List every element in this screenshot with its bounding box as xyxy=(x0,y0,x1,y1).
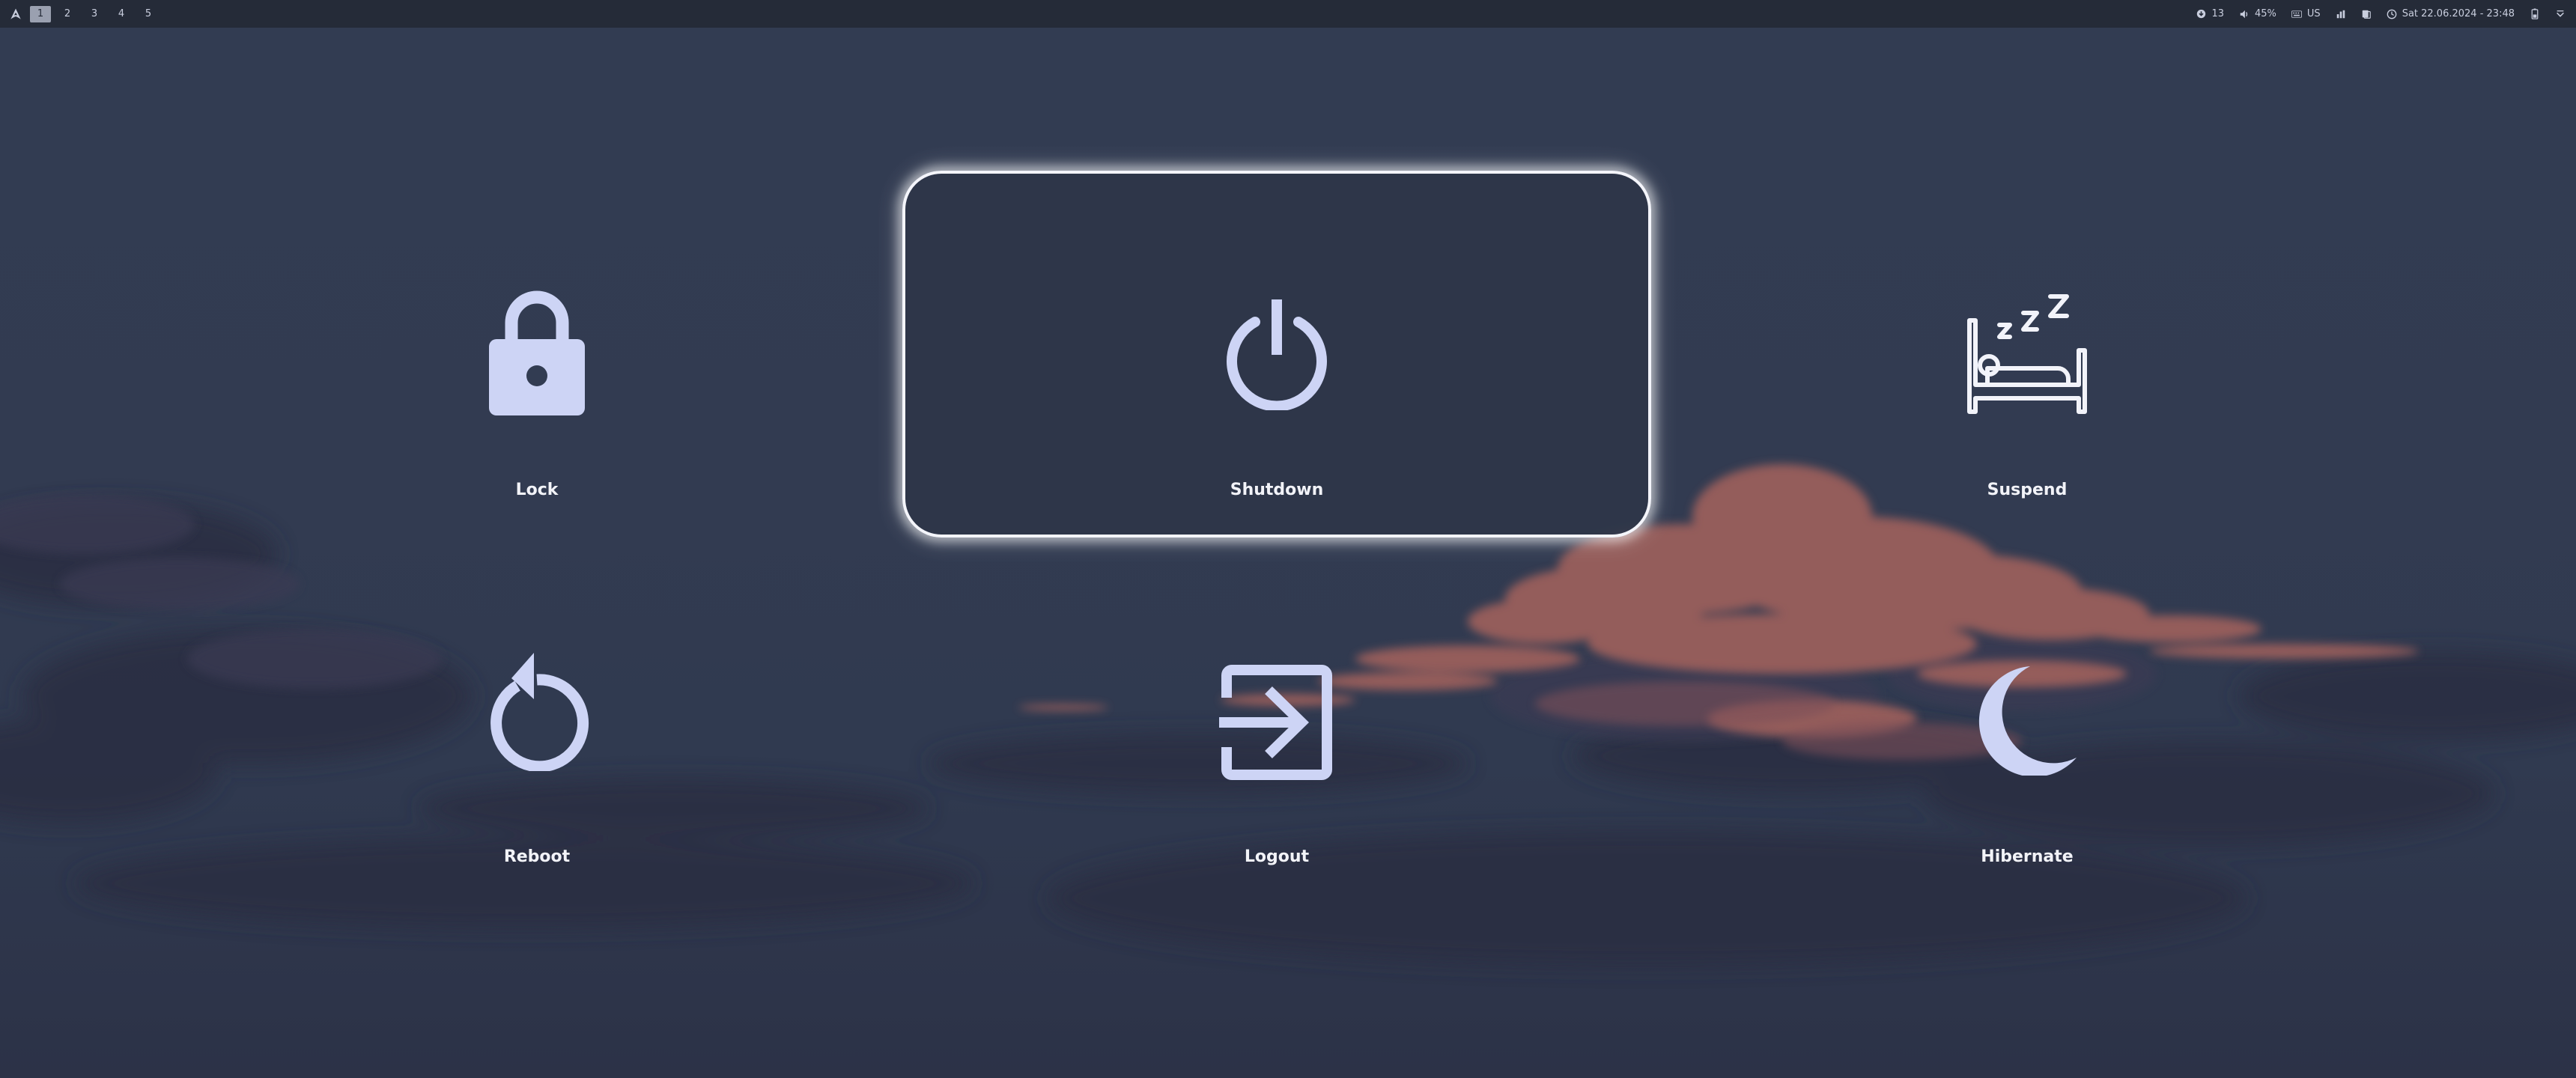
suspend-label: Suspend xyxy=(1987,481,2068,499)
battery-indicator[interactable] xyxy=(2530,8,2540,19)
updates-icon xyxy=(2196,9,2206,19)
logout-option[interactable]: Logout xyxy=(902,538,1651,904)
hibernate-option[interactable]: Hibernate xyxy=(1653,538,2402,904)
reboot-label: Reboot xyxy=(503,847,571,866)
keyboard-layout-label: US xyxy=(2306,8,2321,19)
workspace-5[interactable]: 5 xyxy=(138,6,159,22)
battery-icon xyxy=(2530,8,2540,19)
lock-option[interactable]: Lock xyxy=(162,171,911,538)
lock-icon xyxy=(487,287,586,417)
arch-logo-icon[interactable] xyxy=(7,6,24,22)
logout-icon xyxy=(1219,665,1334,780)
speaker-icon xyxy=(2239,9,2250,19)
moon-icon xyxy=(1975,663,2080,776)
keyboard-layout-indicator[interactable]: US xyxy=(2291,8,2321,19)
top-bar: 1 2 3 4 5 13 45% US Sat 22.06.2024 - 23:… xyxy=(0,0,2576,28)
memory-icon xyxy=(2361,9,2372,19)
datetime: Sat 22.06.2024 - 23:48 xyxy=(2402,8,2515,19)
workspace-1[interactable]: 1 xyxy=(30,5,51,22)
workspace-4[interactable]: 4 xyxy=(111,6,132,22)
reboot-icon xyxy=(484,651,589,771)
clock[interactable]: Sat 22.06.2024 - 23:48 xyxy=(2387,8,2515,19)
volume-level: 45% xyxy=(2255,8,2276,19)
tray-expand[interactable] xyxy=(2555,9,2566,19)
updates-indicator[interactable]: 13 xyxy=(2196,8,2224,19)
reboot-option[interactable]: Reboot xyxy=(162,538,911,904)
cpu-indicator[interactable] xyxy=(2336,9,2346,19)
updates-count: 13 xyxy=(2211,8,2224,19)
hibernate-label: Hibernate xyxy=(1981,847,2074,866)
power-icon xyxy=(1224,299,1330,410)
keyboard-icon xyxy=(2291,9,2302,19)
cpu-chart-icon xyxy=(2336,9,2346,19)
shutdown-label: Shutdown xyxy=(1230,481,1324,499)
lock-label: Lock xyxy=(515,481,559,499)
logout-label: Logout xyxy=(1244,847,1310,866)
memory-indicator[interactable] xyxy=(2361,9,2372,19)
workspace-2[interactable]: 2 xyxy=(57,6,78,22)
volume-indicator[interactable]: 45% xyxy=(2239,8,2276,19)
system-tray: 13 45% US Sat 22.06.2024 - 23:48 xyxy=(2196,0,2566,28)
suspend-option[interactable]: Suspend xyxy=(1653,171,2402,538)
sleeping-bed-icon xyxy=(1963,290,2091,418)
clock-icon xyxy=(2387,9,2397,19)
workspace-3[interactable]: 3 xyxy=(84,6,105,22)
chevron-down-icon xyxy=(2555,9,2566,19)
shutdown-option[interactable]: Shutdown xyxy=(902,171,1651,538)
workspace-switcher: 1 2 3 4 5 xyxy=(0,0,159,28)
